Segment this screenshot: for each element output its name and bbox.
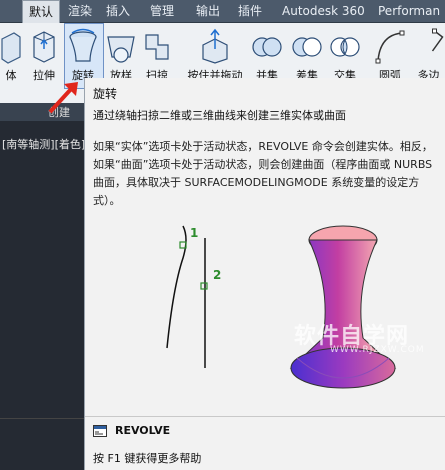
watermark-url: WWW.RJZXW.COM: [330, 345, 425, 355]
command-icon: [93, 425, 107, 437]
presspull-icon: [202, 28, 228, 64]
tooltip-description: 通过绕轴扫掠二维或三维曲线来创建三维实体或曲面: [93, 109, 346, 122]
extrude-icon: [33, 31, 55, 63]
sweep-icon: [145, 34, 169, 60]
step-label-2: 2: [213, 268, 222, 282]
revolve-icon: [69, 28, 97, 62]
tooltip-title: 旋转: [93, 87, 118, 101]
tool-solid-label: 体: [5, 69, 17, 82]
tab-render[interactable]: 渲染: [62, 0, 98, 22]
tab-manage[interactable]: 管理: [144, 0, 180, 22]
polyline-icon: [431, 28, 444, 52]
tooltip-command: REVOLVE: [115, 424, 171, 437]
tab-output[interactable]: 输出: [190, 0, 226, 22]
pick-point-2: [200, 282, 208, 290]
tooltip-revolve: 旋转 通过绕轴扫掠二维或三维曲线来创建三维实体或曲面 如果“实体”选项卡处于活动…: [84, 78, 445, 470]
revolve-illustration: [166, 225, 397, 389]
drawing-area-left[interactable]: [0, 103, 84, 470]
divider: [0, 418, 84, 419]
step-label-1: 1: [190, 226, 199, 240]
arc-icon: [375, 30, 405, 64]
tab-plugins[interactable]: 插件: [232, 0, 268, 22]
tab-default[interactable]: 默认: [22, 0, 61, 23]
tab-autodesk-360[interactable]: Autodesk 360: [276, 0, 371, 22]
red-arrow-icon: [48, 82, 78, 114]
tab-insert[interactable]: 插入: [100, 0, 136, 22]
tooltip-help: 按 F1 键获得更多帮助: [93, 452, 202, 465]
loft-icon: [107, 36, 135, 63]
tool-solid[interactable]: 体: [0, 23, 22, 103]
subtract-icon: [292, 37, 322, 57]
tooltip-separator: [85, 416, 445, 417]
intersect-icon: [330, 37, 360, 57]
ribbon-tab-bar: 默认 渲染 插入 管理 输出 插件 Autodesk 360 Performan: [0, 0, 445, 23]
tab-performance[interactable]: Performan: [372, 0, 445, 22]
tooltip-body: 如果“实体”选项卡处于活动状态，REVOLVE 命令会创建实体。相反，如果“曲面…: [93, 140, 433, 207]
box-icon: [1, 32, 21, 64]
viewport-label[interactable]: [南等轴测][着色]: [2, 136, 84, 152]
union-icon: [252, 37, 282, 57]
